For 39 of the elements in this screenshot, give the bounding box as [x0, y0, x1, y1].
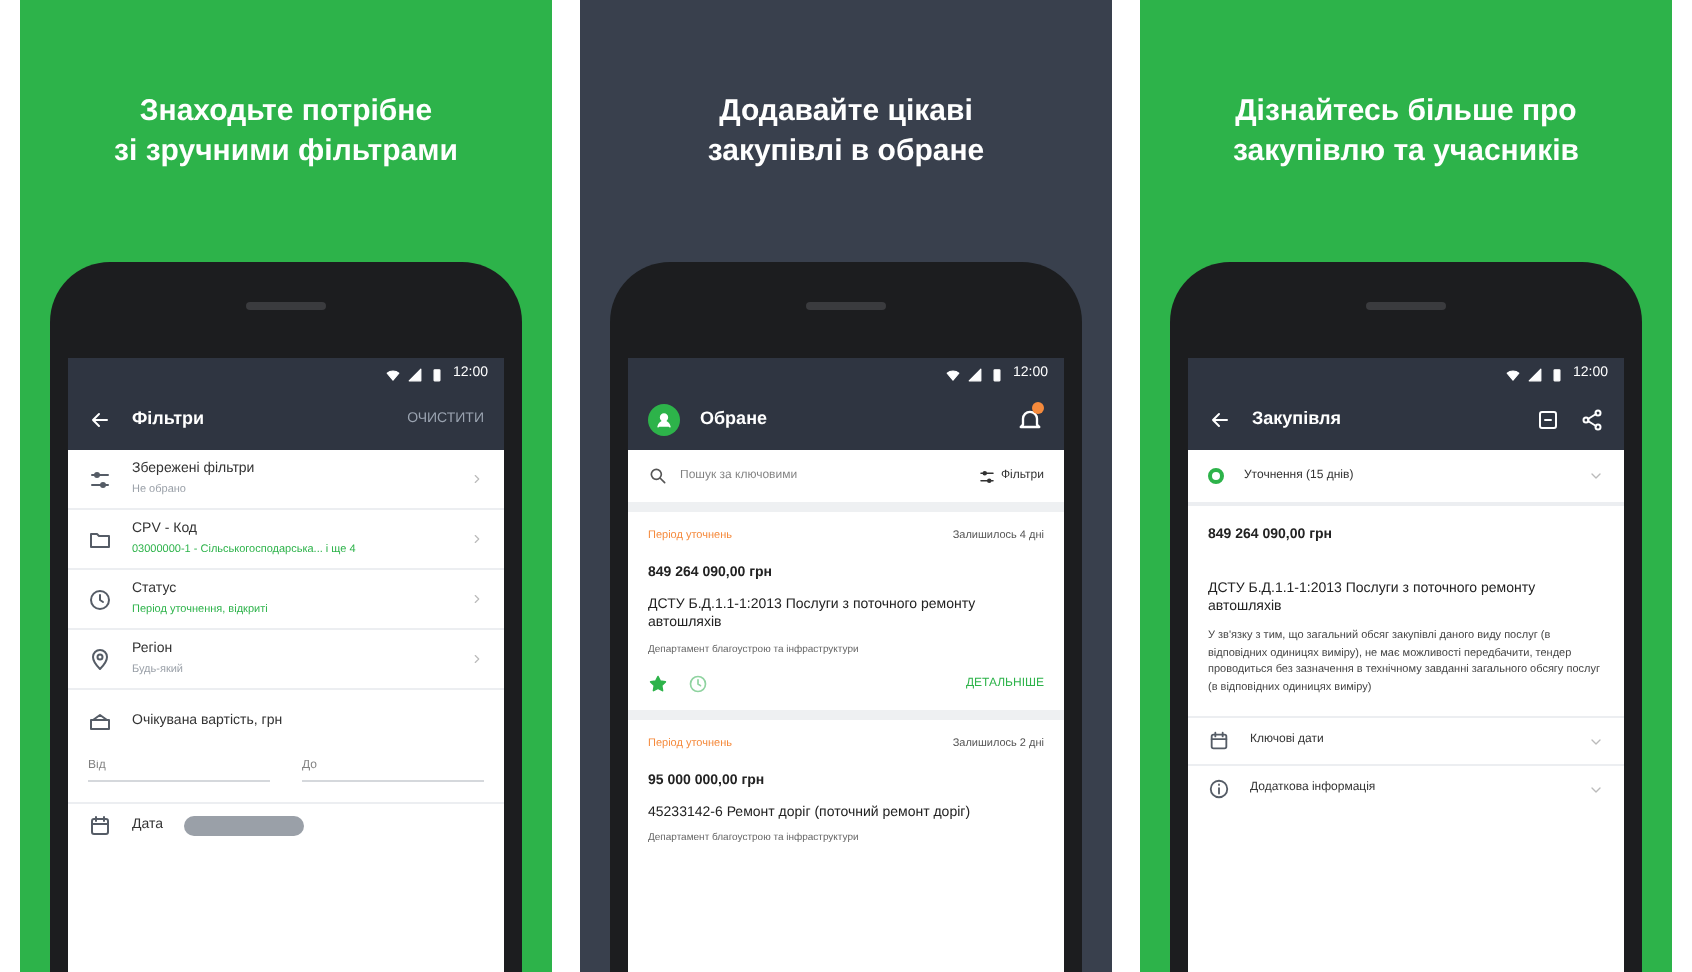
headline: Додавайте цікаві закупівлі в обране [707, 92, 985, 170]
wifi-icon [946, 367, 961, 381]
document-icon[interactable] [1536, 408, 1560, 432]
sliders-icon [88, 467, 112, 491]
signal-icon [1528, 367, 1543, 381]
battery-icon [990, 367, 1005, 381]
bell-icon [1016, 406, 1044, 434]
star-icon[interactable] [648, 674, 668, 695]
chevron-right-icon [470, 472, 484, 486]
battery-icon [1550, 367, 1565, 381]
chevron-right-icon [470, 592, 484, 606]
screen-title: Закупівля [1252, 406, 1343, 433]
clock-icon [88, 587, 112, 611]
headline: Знаходьте потрібне зі зручними фільтрами [114, 92, 458, 170]
signal-icon [408, 367, 423, 381]
back-arrow-icon[interactable] [1208, 408, 1232, 432]
screen-title: Фільтри [132, 406, 207, 433]
search-icon [648, 466, 668, 486]
back-arrow-icon[interactable] [88, 408, 112, 432]
location-pin-icon [88, 647, 112, 671]
sliders-icon [977, 467, 995, 485]
chevron-right-icon [470, 652, 484, 666]
share-icon[interactable] [1580, 408, 1604, 432]
wifi-icon [386, 367, 401, 381]
calendar-icon [88, 814, 112, 838]
screen-title: Обране [700, 406, 770, 433]
signal-icon [968, 367, 983, 381]
wallet-icon [88, 710, 112, 734]
folder-icon [88, 527, 112, 551]
date-chip[interactable] [183, 816, 304, 836]
notification-button[interactable] [1016, 406, 1044, 434]
headline: Дізнайтесь більше про закупівлю та учасників [1233, 92, 1579, 170]
battery-icon [430, 367, 445, 381]
chevron-right-icon [470, 532, 484, 546]
status-indicator [1208, 468, 1224, 484]
person-icon [654, 410, 674, 430]
wifi-icon [1506, 367, 1521, 381]
info-icon [1208, 778, 1230, 801]
calendar-icon [1208, 730, 1230, 753]
